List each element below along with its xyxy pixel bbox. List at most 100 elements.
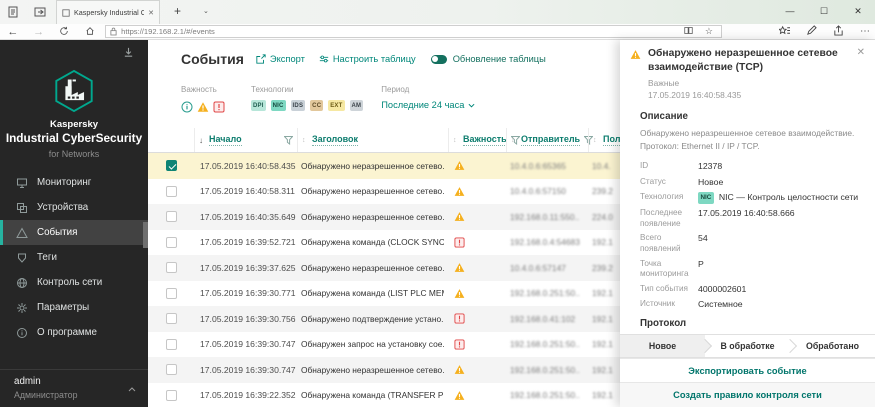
tab-close-icon[interactable]: ✕: [148, 9, 154, 17]
set-aside-tabs-icon[interactable]: [8, 5, 22, 19]
row-checkbox[interactable]: [165, 338, 177, 350]
warning-severity-icon[interactable]: [197, 100, 209, 118]
product-name: Industrial CyberSecurity: [5, 131, 143, 145]
reading-view-icon[interactable]: [680, 26, 697, 38]
refresh-button[interactable]: [52, 25, 78, 39]
field-label: Тип события: [640, 284, 688, 294]
field-label: Всего появлений: [640, 233, 681, 254]
sidebar-item[interactable]: События: [0, 220, 148, 245]
row-checkbox[interactable]: [165, 287, 177, 299]
status-tab[interactable]: Обработано: [790, 335, 875, 357]
minimize-button[interactable]: —: [773, 0, 807, 24]
favorites-hub-icon[interactable]: [774, 24, 795, 39]
column-header[interactable]: Важность: [463, 134, 507, 146]
sidebar-item-label: Теги: [37, 252, 57, 263]
field-label: Источник: [640, 299, 675, 309]
sidebar-item[interactable]: Контроль сети: [0, 270, 148, 295]
new-tab-button[interactable]: +: [160, 0, 195, 24]
row-checkbox[interactable]: [165, 389, 177, 401]
technology-badge[interactable]: NIC: [270, 100, 286, 111]
field-row: ID 12378: [640, 161, 875, 172]
row-checkbox[interactable]: [165, 185, 177, 197]
product-edition: for Networks: [48, 149, 100, 159]
toggle-on-icon: [430, 54, 447, 64]
technology-badge[interactable]: AM: [349, 100, 364, 111]
user-name: admin: [14, 376, 41, 387]
sidebar-item[interactable]: Параметры: [0, 295, 148, 320]
home-button[interactable]: [77, 25, 103, 39]
download-icon[interactable]: [123, 45, 134, 63]
sidebar-item[interactable]: Устройства: [0, 195, 148, 220]
event-recipient: 239.2: [592, 186, 613, 197]
sidebar-item-icon: [16, 177, 28, 189]
browser-tab[interactable]: Kaspersky Industrial Cyt ✕: [56, 0, 160, 24]
field-value: P: [698, 258, 704, 269]
row-checkbox[interactable]: [165, 236, 177, 248]
sidebar-item-icon: [16, 252, 28, 264]
period-dropdown[interactable]: Последние 24 часа: [381, 100, 475, 110]
event-recipient: 192.1: [592, 288, 613, 299]
event-detail-panel: Обнаружено неразрешенное сетевое взаимод…: [620, 40, 875, 407]
share-icon[interactable]: [828, 24, 849, 39]
row-checkbox[interactable]: [165, 262, 177, 274]
nic-badge: NIC: [698, 192, 714, 205]
column-header[interactable]: Заголовок: [312, 134, 359, 146]
event-severity-icon: [452, 288, 465, 299]
event-title: Обнаружено неразрешенное сетево...: [301, 160, 444, 171]
info-severity-icon[interactable]: [181, 100, 193, 118]
sidebar-item[interactable]: О программе: [0, 320, 148, 345]
sidebar-item-icon: [16, 277, 28, 289]
annotate-icon[interactable]: [801, 24, 822, 39]
event-title: Обнаружена команда (CLOCK SYNC...: [301, 237, 444, 248]
event-severity-icon: [452, 186, 465, 197]
sidebar-item[interactable]: Мониторинг: [0, 170, 148, 195]
status-tab[interactable]: В обработке: [705, 335, 790, 357]
address-bar[interactable]: https://192.168.2.1/#/events ☆: [105, 25, 722, 38]
sidebar-item-icon: [16, 226, 28, 239]
event-time: 17.05.2019 16:39:30.756: [200, 313, 296, 324]
filter-funnel-icon[interactable]: [284, 135, 293, 145]
sliders-icon: [319, 55, 329, 63]
critical-severity-icon[interactable]: [213, 100, 225, 118]
more-options-icon[interactable]: ⋯: [855, 24, 875, 39]
technology-badge[interactable]: EXT: [328, 100, 345, 111]
forward-button[interactable]: →: [26, 25, 52, 39]
tab-preview-icon[interactable]: [34, 5, 48, 19]
event-title: Обнаружена команда (TRANSFER PR...: [301, 390, 444, 401]
field-value: NIC — Контроль целостности сети: [718, 192, 859, 202]
close-button[interactable]: ✕: [841, 0, 875, 24]
create-rule-button[interactable]: Создать правило контроля сети: [620, 382, 875, 407]
favorite-star-icon[interactable]: ☆: [701, 26, 717, 37]
row-checkbox[interactable]: [165, 364, 177, 376]
status-tab[interactable]: Новое: [620, 335, 705, 357]
tab-list-chevron-icon[interactable]: ⌄: [195, 0, 217, 24]
description-text: Обнаружено неразрешенное сетевое взаимод…: [640, 128, 855, 151]
row-checkbox[interactable]: [165, 313, 177, 325]
sort-icon: ↕: [593, 136, 597, 144]
field-value: 12378: [698, 161, 723, 172]
configure-table-button[interactable]: Настроить таблицу: [319, 54, 416, 64]
column-header[interactable]: Отправитель: [521, 134, 581, 146]
field-label: Статус: [640, 176, 666, 186]
event-title: Обнаружено неразрешенное сетево...: [301, 186, 444, 197]
row-checkbox[interactable]: [165, 211, 177, 223]
panel-close-icon[interactable]: ✕: [857, 47, 865, 74]
table-refresh-toggle[interactable]: Обновление таблицы: [430, 54, 546, 64]
sidebar-item[interactable]: Теги: [0, 245, 148, 270]
export-button[interactable]: Экспорт: [256, 54, 305, 64]
sidebar-item-icon: [16, 202, 28, 214]
technology-badge[interactable]: CC: [310, 100, 324, 111]
technology-badge[interactable]: DPI: [251, 100, 266, 111]
page-title: События: [181, 51, 244, 67]
export-event-button[interactable]: Экспортировать событие: [620, 358, 875, 382]
maximize-button[interactable]: ☐: [807, 0, 841, 24]
event-sender: 10.4.0.6:57147: [510, 262, 566, 273]
event-title: Обнаружено неразрешенное сетево...: [301, 262, 444, 273]
technology-badge[interactable]: IDS: [290, 100, 306, 111]
user-box[interactable]: admin Администратор: [0, 369, 148, 407]
field-label: Технология: [640, 192, 684, 201]
column-header[interactable]: Начало: [209, 134, 242, 146]
back-button[interactable]: ←: [0, 25, 26, 39]
row-checkbox[interactable]: [165, 160, 177, 172]
event-time: 17.05.2019 16:39:22.352: [200, 390, 296, 401]
